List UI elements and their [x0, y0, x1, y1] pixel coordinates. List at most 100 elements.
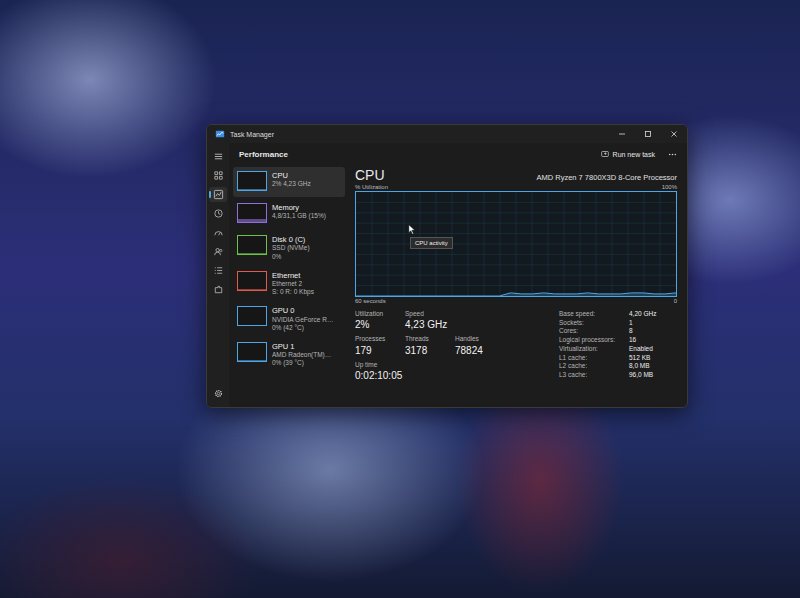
thumbnail-fill — [238, 189, 266, 190]
spec-row: L3 cache: 96,0 MB — [559, 371, 677, 380]
resource-thumbnail — [237, 171, 267, 191]
stat: Processes 179 — [355, 335, 393, 356]
more-dots-icon — [667, 149, 678, 160]
resource-thumbnail — [237, 271, 267, 291]
spec-row: Virtualization: Enabled — [559, 345, 677, 354]
nav-item[interactable] — [209, 225, 227, 240]
hamburger-icon — [213, 151, 224, 162]
details-list-icon — [213, 265, 224, 276]
users-icon — [213, 246, 224, 257]
resource-name: GPU 1 — [272, 342, 331, 351]
resource-detail: Ethernet 2 — [272, 280, 314, 288]
resource-detail: 2% 4,23 GHz — [272, 180, 311, 188]
resource-thumbnail — [237, 203, 267, 223]
close-icon — [669, 129, 679, 139]
resource-name: Disk 0 (C) — [272, 235, 310, 244]
thumbnail-fill — [238, 219, 266, 222]
thumbnail-fill — [238, 289, 266, 290]
spec-row: Base speed: 4,20 GHz — [559, 310, 677, 319]
window-title: Task Manager — [230, 131, 274, 138]
gear-icon — [213, 388, 224, 399]
run-new-task-button[interactable]: Run new task — [596, 147, 659, 161]
nav-item[interactable] — [209, 168, 227, 183]
tooltip: CPU activity — [410, 237, 453, 249]
nav-item[interactable] — [209, 244, 227, 259]
minimize-icon — [617, 129, 627, 139]
axis-min: 0 — [674, 297, 677, 305]
resource-name: CPU — [272, 171, 311, 180]
nav-item[interactable] — [209, 206, 227, 221]
axis-span: 60 seconds — [355, 297, 386, 305]
more-button[interactable] — [665, 147, 679, 161]
cpu-detail-pane: CPU AMD Ryzen 7 7800X3D 8-Core Processor… — [349, 165, 687, 407]
resource-detail: S: 0 R: 0 Kbps — [272, 288, 314, 296]
desktop-wallpaper: Task Manager Performance Run new task CP… — [0, 0, 800, 598]
services-puzzle-icon — [213, 284, 224, 295]
stat: Utilization 2% — [355, 310, 393, 331]
stats-block: Utilization 2% Speed 4,23 GHz Processes 17… — [355, 310, 549, 382]
cpu-graph[interactable]: CPU activity — [355, 191, 677, 297]
detail-title: CPU — [355, 167, 385, 183]
processes-grid-icon — [213, 170, 224, 181]
specs-block: Base speed: 4,20 GHzSockets: 1Cores: 8Lo… — [559, 310, 677, 382]
thumbnail-fill — [238, 360, 266, 361]
nav-strip — [207, 143, 229, 407]
resource-detail: 0% (42 °C) — [272, 324, 333, 332]
startup-gauge-icon — [213, 227, 224, 238]
resource-detail: 0% (39 °C) — [272, 359, 331, 367]
spec-row: L2 cache: 8,0 MB — [559, 362, 677, 371]
device-name: AMD Ryzen 7 7800X3D 8-Core Processor — [537, 173, 677, 182]
axis-label: % Utilization — [355, 183, 388, 191]
spec-row: Sockets: 1 — [559, 319, 677, 328]
task-manager-window[interactable]: Task Manager Performance Run new task CP… — [206, 124, 688, 408]
resource-name: Memory — [272, 203, 326, 212]
spec-row: Logical processors: 16 — [559, 336, 677, 345]
resource-detail: 0% — [272, 253, 310, 261]
maximize-icon — [643, 129, 653, 139]
task-manager-icon — [215, 129, 225, 139]
resource-list: CPU 2% 4,23 GHz Memory 4,8/31,1 GB (15%)… — [229, 165, 349, 407]
utilization-area — [356, 293, 676, 296]
resource-item[interactable]: Ethernet Ethernet 2S: 0 R: 0 Kbps — [233, 267, 345, 301]
minimize-button[interactable] — [609, 125, 635, 143]
resource-item[interactable]: GPU 0 NVIDIA GeForce R…0% (42 °C) — [233, 302, 345, 336]
mouse-cursor-icon — [408, 224, 416, 235]
page-title: Performance — [239, 150, 288, 159]
spec-row: L1 cache: 512 KB — [559, 354, 677, 363]
nav-item[interactable] — [209, 187, 227, 202]
thumbnail-fill — [238, 325, 266, 326]
stat: Speed 4,23 GHz — [405, 310, 447, 331]
thumbnail-fill — [238, 253, 266, 254]
title-bar[interactable]: Task Manager — [207, 125, 687, 143]
spec-row: Cores: 8 — [559, 327, 677, 336]
resource-detail: NVIDIA GeForce R… — [272, 316, 333, 324]
resource-detail: SSD (NVMe) — [272, 244, 310, 252]
nav-item[interactable] — [209, 263, 227, 278]
close-button[interactable] — [661, 125, 687, 143]
resource-name: Ethernet — [272, 271, 314, 280]
resource-item[interactable]: CPU 2% 4,23 GHz — [233, 167, 345, 197]
stat: Threads 3178 — [405, 335, 443, 356]
maximize-button[interactable] — [635, 125, 661, 143]
stat: Handles 78824 — [455, 335, 493, 356]
stat: Up time 0:02:10:05 — [355, 361, 402, 382]
page-header: Performance Run new task — [229, 143, 687, 165]
utilization-line — [356, 293, 676, 296]
resource-item[interactable]: GPU 1 AMD Radeon(TM)…0% (39 °C) — [233, 338, 345, 372]
resource-item[interactable]: Memory 4,8/31,1 GB (15%) — [233, 199, 345, 229]
resource-thumbnail — [237, 235, 267, 255]
resource-detail: AMD Radeon(TM)… — [272, 351, 331, 359]
axis-max: 100% — [662, 183, 677, 191]
resource-thumbnail — [237, 306, 267, 326]
settings-button[interactable] — [209, 386, 227, 401]
run-task-icon — [600, 149, 610, 159]
resource-thumbnail — [237, 342, 267, 362]
menu-button[interactable] — [209, 149, 227, 164]
resource-name: GPU 0 — [272, 306, 333, 315]
cpu-chart — [356, 192, 676, 296]
resource-detail: 4,8/31,1 GB (15%) — [272, 212, 326, 220]
nav-item[interactable] — [209, 282, 227, 297]
history-clock-icon — [213, 208, 224, 219]
performance-chart-icon — [213, 189, 224, 200]
resource-item[interactable]: Disk 0 (C) SSD (NVMe)0% — [233, 231, 345, 265]
